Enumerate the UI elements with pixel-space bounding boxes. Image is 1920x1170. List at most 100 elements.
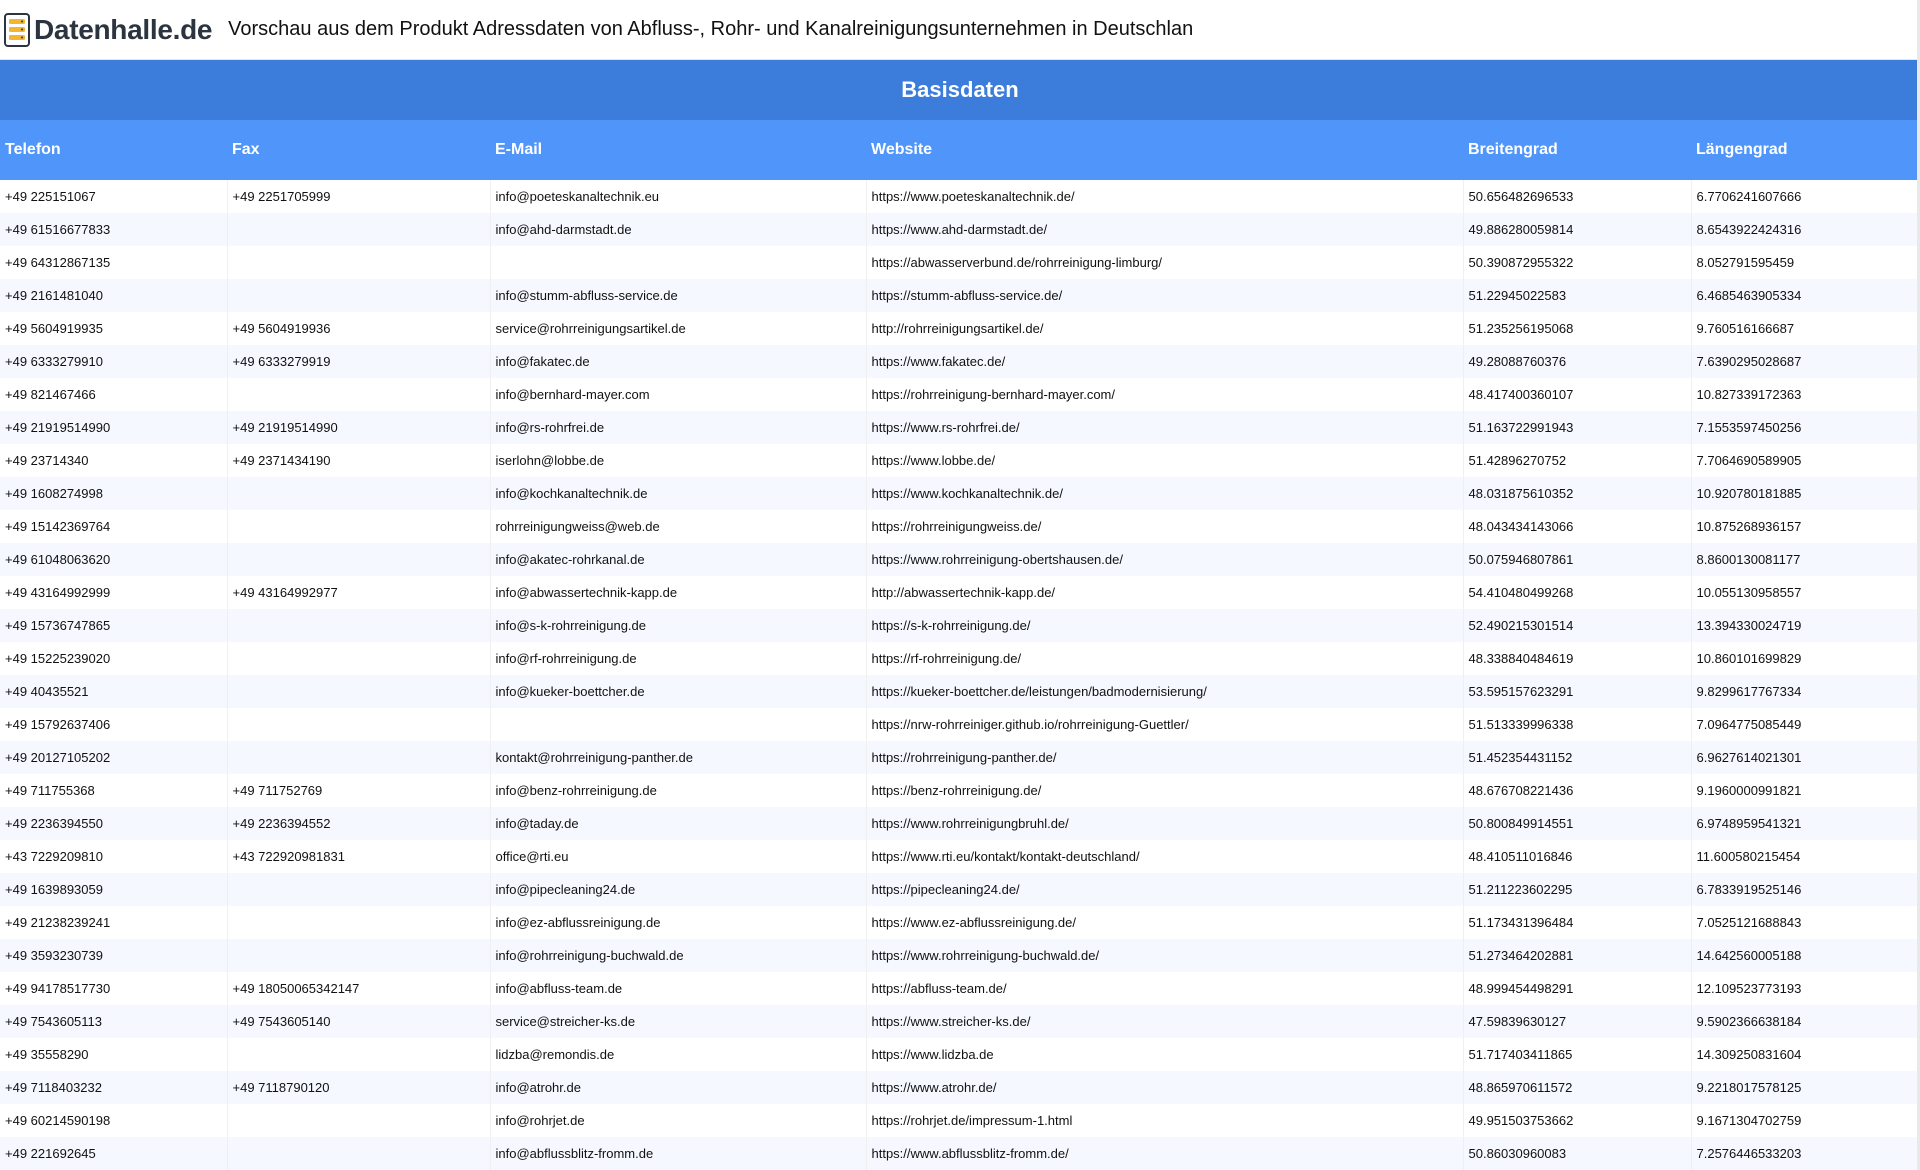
cell-website: https://www.atrohr.de/ [866, 1071, 1464, 1104]
cell-breitengrad: 47.59839630127 [1463, 1005, 1692, 1038]
cell-breitengrad: 51.163722991943 [1463, 411, 1692, 444]
cell-fax [227, 675, 491, 708]
cell-telefon: +49 23714340 [0, 444, 228, 477]
logo[interactable]: Datenhalle.de [4, 12, 213, 47]
cell-email: info@akatec-rohrkanal.de [490, 543, 867, 576]
cell-email: service@rohrreinigungsartikel.de [490, 312, 867, 345]
table-row[interactable]: +49 2161481040 info@stumm-abfluss-service… [0, 279, 1920, 312]
table-row[interactable]: +49 61516677833 info@ahd-darmstadt.de http… [0, 213, 1920, 246]
cell-breitengrad: 51.513339996338 [1463, 708, 1692, 741]
cell-email: kontakt@rohrreinigung-panther.de [490, 741, 867, 774]
column-header-fax[interactable]: Fax [227, 120, 490, 180]
table-row[interactable]: +49 7118403232 +49 7118790120 info@atrohr.… [0, 1071, 1920, 1104]
table-row[interactable]: +49 94178517730 +49 18050065342147 info@ab… [0, 972, 1920, 1005]
table-row[interactable]: +49 5604919935 +49 5604919936 service@rohr… [0, 312, 1920, 345]
cell-website: https://www.poeteskanaltechnik.de/ [866, 180, 1464, 213]
cell-breitengrad: 48.676708221436 [1463, 774, 1692, 807]
cell-fax [227, 741, 491, 774]
table-row[interactable]: +43 7229209810 +43 722920981831 office@rti… [0, 840, 1920, 873]
cell-email: info@s-k-rohrreinigung.de [490, 609, 867, 642]
table-row[interactable]: +49 35558290 lidzba@remondis.de https://ww… [0, 1038, 1920, 1071]
cell-laengengrad: 11.600580215454 [1691, 840, 1920, 873]
cell-email: info@abflussblitz-fromm.de [490, 1137, 867, 1170]
cell-laengengrad: 13.394330024719 [1691, 609, 1920, 642]
cell-laengengrad: 7.2576446533203 [1691, 1137, 1920, 1170]
table-row[interactable]: +49 64312867135 https://abwasserverbund.d… [0, 246, 1920, 279]
table-row[interactable]: +49 1608274998 info@kochkanaltechnik.de ht… [0, 477, 1920, 510]
cell-telefon: +49 60214590198 [0, 1104, 228, 1137]
cell-email: info@bernhard-mayer.com [490, 378, 867, 411]
cell-laengengrad: 14.309250831604 [1691, 1038, 1920, 1071]
table-row[interactable]: +49 2236394550 +49 2236394552 info@taday.d… [0, 807, 1920, 840]
table-row[interactable]: +49 21238239241 info@ez-abflussreinigung.… [0, 906, 1920, 939]
table-row[interactable]: +49 6333279910 +49 6333279919 info@fakatec… [0, 345, 1920, 378]
cell-fax: +49 6333279919 [227, 345, 491, 378]
table-row[interactable]: +49 43164992999 +49 43164992977 info@abwas… [0, 576, 1920, 609]
cell-website: https://pipecleaning24.de/ [866, 873, 1464, 906]
cell-fax: +49 5604919936 [227, 312, 491, 345]
cell-fax [227, 873, 491, 906]
cell-breitengrad: 48.338840484619 [1463, 642, 1692, 675]
column-header-breitengrad[interactable]: Breitengrad [1463, 120, 1691, 180]
cell-email: info@benz-rohrreinigung.de [490, 774, 867, 807]
cell-telefon: +49 20127105202 [0, 741, 228, 774]
cell-telefon: +49 7118403232 [0, 1071, 228, 1104]
cell-telefon: +49 221692645 [0, 1137, 228, 1170]
table-row[interactable]: +49 221692645 info@abflussblitz-fromm.de h… [0, 1137, 1920, 1170]
cell-website: https://rohrreinigung-bernhard-mayer.com… [866, 378, 1464, 411]
cell-telefon: +49 5604919935 [0, 312, 228, 345]
table-row[interactable]: +49 60214590198 info@rohrjet.de https://ro… [0, 1104, 1920, 1137]
column-header-email[interactable]: E-Mail [490, 120, 866, 180]
cell-fax: +49 2371434190 [227, 444, 491, 477]
table-row[interactable]: +49 20127105202 kontakt@rohrreinigung-pan… [0, 741, 1920, 774]
data-table: Telefon Fax E-Mail Website Breitengrad Längen… [0, 120, 1920, 1170]
cell-telefon: +49 94178517730 [0, 972, 228, 1005]
column-header-laengengrad[interactable]: Längengrad [1691, 120, 1920, 180]
cell-laengengrad: 7.1553597450256 [1691, 411, 1920, 444]
cell-laengengrad: 10.055130958557 [1691, 576, 1920, 609]
cell-website: https://rohrreinigung-panther.de/ [866, 741, 1464, 774]
cell-telefon: +49 15142369764 [0, 510, 228, 543]
table-row[interactable]: +49 7543605113 +49 7543605140 service@stre… [0, 1005, 1920, 1038]
table-row[interactable]: +49 40435521 info@kueker-boettcher.de http… [0, 675, 1920, 708]
table-row[interactable]: +49 821467466 info@bernhard-mayer.com http… [0, 378, 1920, 411]
cell-telefon: +49 61048063620 [0, 543, 228, 576]
cell-breitengrad: 48.043434143066 [1463, 510, 1692, 543]
table-row[interactable]: +49 21919514990 +49 21919514990 info@rs-ro… [0, 411, 1920, 444]
cell-telefon: +49 15736747865 [0, 609, 228, 642]
cell-breitengrad: 50.075946807861 [1463, 543, 1692, 576]
cell-laengengrad: 9.2218017578125 [1691, 1071, 1920, 1104]
cell-telefon: +49 225151067 [0, 180, 228, 213]
table-row[interactable]: +49 15736747865 info@s-k-rohrreinigung.de… [0, 609, 1920, 642]
cell-breitengrad: 53.595157623291 [1463, 675, 1692, 708]
table-row[interactable]: +49 15142369764 rohrreinigungweiss@web.de… [0, 510, 1920, 543]
table-row[interactable]: +49 225151067 +49 2251705999 info@poeteska… [0, 180, 1920, 213]
cell-website: https://nrw-rohrreiniger.github.io/rohrr… [866, 708, 1464, 741]
cell-laengengrad: 9.8299617767334 [1691, 675, 1920, 708]
cell-laengengrad: 9.1671304702759 [1691, 1104, 1920, 1137]
database-icon [4, 12, 30, 47]
cell-website: http://rohrreinigungsartikel.de/ [866, 312, 1464, 345]
logo-text: Datenhalle.de [34, 13, 213, 45]
cell-telefon: +49 40435521 [0, 675, 228, 708]
cell-breitengrad: 50.390872955322 [1463, 246, 1692, 279]
column-header-website[interactable]: Website [866, 120, 1463, 180]
table-row[interactable]: +49 3593230739 info@rohrreinigung-buchwal… [0, 939, 1920, 972]
column-header-telefon[interactable]: Telefon [0, 120, 227, 180]
cell-laengengrad: 8.6543922424316 [1691, 213, 1920, 246]
cell-website: https://www.rs-rohrfrei.de/ [866, 411, 1464, 444]
cell-website: http://abwassertechnik-kapp.de/ [866, 576, 1464, 609]
cell-laengengrad: 14.642560005188 [1691, 939, 1920, 972]
cell-fax: +43 722920981831 [227, 840, 491, 873]
cell-email: info@abfluss-team.de [490, 972, 867, 1005]
table-row[interactable]: +49 61048063620 info@akatec-rohrkanal.de h… [0, 543, 1920, 576]
table-row[interactable]: +49 15225239020 info@rf-rohrreinigung.de h… [0, 642, 1920, 675]
table-row[interactable]: +49 23714340 +49 2371434190 iserlohn@lobbe… [0, 444, 1920, 477]
cell-breitengrad: 54.410480499268 [1463, 576, 1692, 609]
table-row[interactable]: +49 711755368 +49 711752769 info@benz-rohr… [0, 774, 1920, 807]
cell-laengengrad: 6.4685463905334 [1691, 279, 1920, 312]
cell-telefon: +49 64312867135 [0, 246, 228, 279]
cell-email: info@abwassertechnik-kapp.de [490, 576, 867, 609]
table-row[interactable]: +49 15792637406 https://nrw-rohrreiniger.… [0, 708, 1920, 741]
table-row[interactable]: +49 1639893059 info@pipecleaning24.de http… [0, 873, 1920, 906]
